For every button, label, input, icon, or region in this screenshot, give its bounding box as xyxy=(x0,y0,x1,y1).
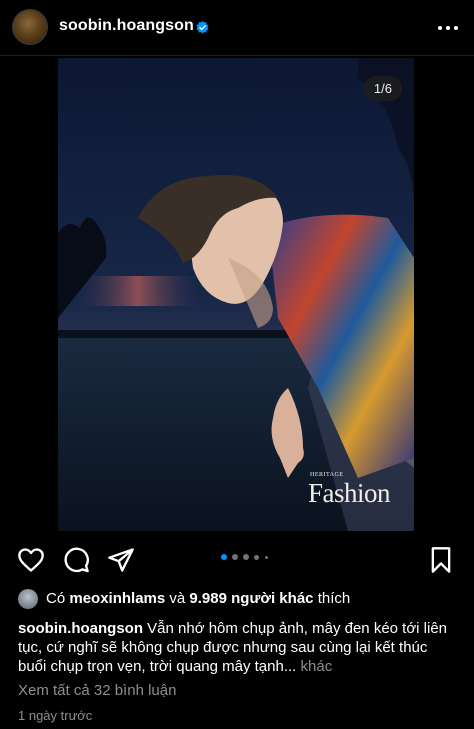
heart-icon[interactable] xyxy=(17,546,45,574)
carousel-dot xyxy=(243,554,249,560)
view-comments-link[interactable]: Xem tất cả 32 bình luận xyxy=(18,682,176,699)
likes-text: Có meoxinhlams và 9.989 người khác thích xyxy=(46,590,351,607)
post-caption: soobin.hoangson Vẫn nhớ hôm chụp ảnh, mâ… xyxy=(18,619,458,676)
carousel-dot xyxy=(232,554,238,560)
post-image[interactable]: 1/6 HERITAGE Fashion xyxy=(58,58,414,531)
username[interactable]: soobin.hoangson xyxy=(59,17,194,35)
caption-more-link[interactable]: khác xyxy=(301,658,333,675)
caption-author[interactable]: soobin.hoangson xyxy=(18,620,143,637)
post-timestamp: 1 ngày trước xyxy=(18,708,93,723)
likes-count[interactable]: 9.989 người khác xyxy=(189,590,313,607)
photo-scene xyxy=(58,58,414,531)
comment-icon[interactable] xyxy=(62,546,90,574)
carousel-dot xyxy=(265,556,268,559)
send-icon[interactable] xyxy=(107,546,135,574)
carousel-dot xyxy=(221,554,227,560)
avatar[interactable] xyxy=(12,9,48,45)
more-horizontal-icon[interactable] xyxy=(436,18,460,38)
carousel-counter: 1/6 xyxy=(363,76,402,101)
carousel-dot xyxy=(254,555,259,560)
verified-badge-icon xyxy=(196,21,209,34)
header-divider xyxy=(0,55,474,56)
liker-avatar xyxy=(18,589,38,609)
liker-username[interactable]: meoxinhlams xyxy=(69,590,165,607)
action-bar xyxy=(0,540,474,580)
bookmark-icon[interactable] xyxy=(427,546,455,574)
post-header: soobin.hoangson xyxy=(0,0,474,56)
magazine-logo: HERITAGE Fashion xyxy=(308,472,391,508)
